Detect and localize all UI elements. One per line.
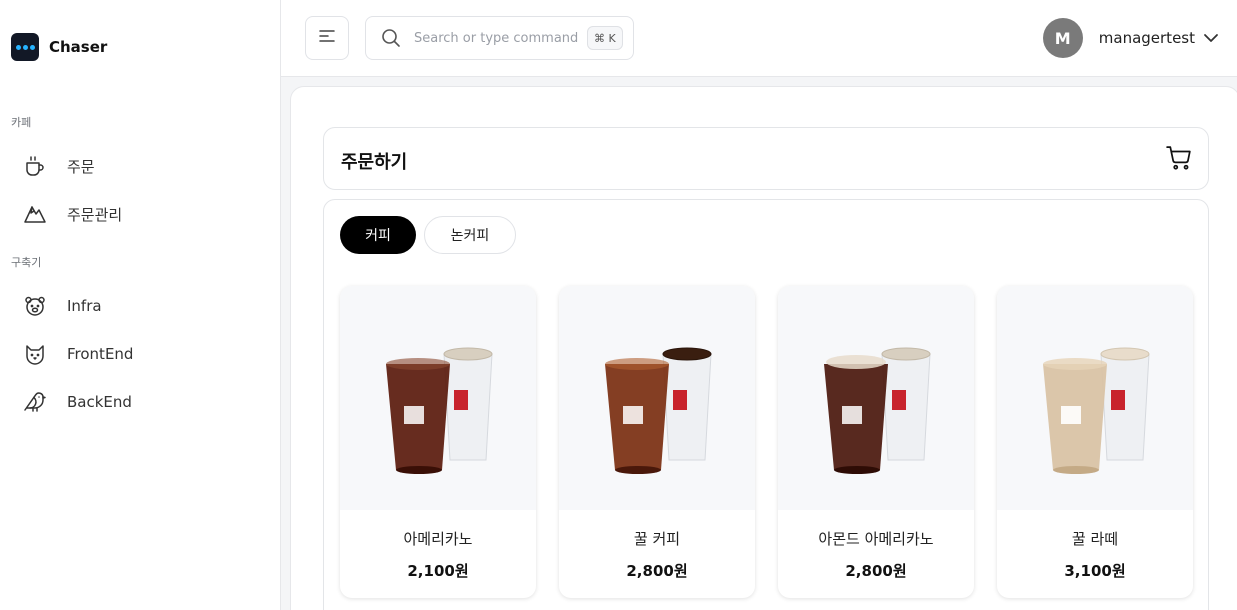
product-image xyxy=(340,286,536,510)
product-image xyxy=(778,286,974,510)
product-name: 아몬드 아메리카노 xyxy=(818,530,934,548)
coffee-cup-icon xyxy=(22,153,48,179)
product-card[interactable]: 아몬드 아메리카노 2,800원 xyxy=(778,286,974,598)
sidebar: Chaser 카페 주문 주문관리 구축기 Infra FrontEnd Bac… xyxy=(0,0,281,610)
sidebar-item-label: 주문 xyxy=(67,157,95,176)
brand-logo-icon xyxy=(11,33,39,61)
hot-cup-top xyxy=(1100,347,1150,361)
chevron-down-icon[interactable] xyxy=(1203,30,1219,46)
sidebar-item-label: Infra xyxy=(67,297,102,315)
bird-icon xyxy=(22,389,48,415)
tab-coffee[interactable]: 커피 xyxy=(340,216,416,254)
mountain-icon xyxy=(22,201,48,227)
menu-icon xyxy=(318,27,336,49)
sidebar-item-label: 주문관리 xyxy=(67,205,123,224)
section-label-build: 구축기 xyxy=(11,256,42,269)
brand-name: Chaser xyxy=(49,38,108,56)
product-card[interactable]: 아메리카노 2,100원 xyxy=(340,286,536,598)
sidebar-item-label: BackEnd xyxy=(67,393,132,411)
main-panel: 주문하기 커피 논커피 아메리카노 2,100원 꿀 커피 2,800원 아몬드… xyxy=(290,86,1237,610)
username[interactable]: managertest xyxy=(1099,29,1195,47)
menu-toggle-button[interactable] xyxy=(305,16,349,60)
page-title: 주문하기 xyxy=(341,152,408,173)
sidebar-item-backend[interactable]: BackEnd xyxy=(22,387,262,417)
product-card[interactable]: 꿀 커피 2,800원 xyxy=(559,286,755,598)
top-header: Search or type command... ⌘ K M managert… xyxy=(281,0,1237,77)
product-list-card: 커피 논커피 아메리카노 2,100원 꿀 커피 2,800원 아몬드 아메리카… xyxy=(323,199,1209,610)
product-price: 2,800원 xyxy=(626,562,688,580)
product-price: 2,800원 xyxy=(845,562,907,580)
tab-non-coffee[interactable]: 논커피 xyxy=(424,216,516,254)
search-box[interactable]: Search or type command... ⌘ K xyxy=(365,16,634,60)
hot-cup-top xyxy=(443,347,493,361)
coffee-cup-image xyxy=(1043,347,1150,474)
coffee-cup-image xyxy=(824,347,931,474)
cat-icon xyxy=(22,341,48,367)
sidebar-item-infra[interactable]: Infra xyxy=(22,291,262,321)
section-label-cafe: 카페 xyxy=(11,116,32,129)
avatar[interactable]: M xyxy=(1042,18,1083,58)
product-price: 2,100원 xyxy=(407,562,469,580)
cart-icon[interactable] xyxy=(1166,145,1192,171)
product-name: 꿀 커피 xyxy=(633,530,681,548)
product-card[interactable]: 꿀 라떼 3,100원 xyxy=(997,286,1193,598)
coffee-cup-image xyxy=(605,347,712,474)
coffee-cup-image xyxy=(386,347,493,474)
sidebar-item-label: FrontEnd xyxy=(67,345,134,363)
sidebar-item-order-manage[interactable]: 주문관리 xyxy=(22,199,262,229)
sidebar-item-order[interactable]: 주문 xyxy=(22,151,262,181)
product-name: 아메리카노 xyxy=(403,530,473,548)
bear-icon xyxy=(22,293,48,319)
hot-cup-top xyxy=(662,347,712,361)
product-price: 3,100원 xyxy=(1064,562,1126,580)
search-input[interactable]: Search or type command... xyxy=(414,31,579,46)
user-menu[interactable]: M managertest xyxy=(1042,16,1219,60)
product-image xyxy=(559,286,755,510)
product-image xyxy=(997,286,1193,510)
brand[interactable]: Chaser xyxy=(11,33,107,61)
search-icon xyxy=(380,27,402,49)
search-shortcut-badge: ⌘ K xyxy=(587,26,623,50)
hot-cup-top xyxy=(881,347,931,361)
page-title-card: 주문하기 xyxy=(323,127,1209,190)
product-name: 꿀 라떼 xyxy=(1071,530,1119,548)
sidebar-item-frontend[interactable]: FrontEnd xyxy=(22,339,262,369)
